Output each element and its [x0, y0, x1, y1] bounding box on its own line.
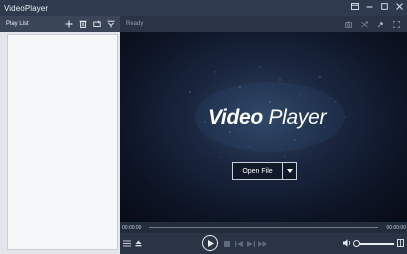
logo-light-text: Player [268, 106, 327, 129]
fullscreen-icon[interactable] [391, 19, 401, 29]
chevron-down-icon [286, 169, 293, 173]
playlist-toggle-icon[interactable] [122, 238, 131, 248]
status-text: Ready [126, 21, 144, 27]
shuffle-icon[interactable] [359, 19, 369, 29]
player-toolbar [343, 19, 407, 29]
minimize-icon[interactable] [364, 2, 375, 14]
seek-bar[interactable] [149, 227, 378, 228]
play-icon [207, 239, 214, 247]
playlist-title: Play List [6, 21, 29, 27]
close-icon[interactable] [394, 2, 405, 14]
pin-icon[interactable] [349, 2, 360, 14]
player-header: Ready [120, 16, 407, 32]
open-file-button[interactable]: Open File [233, 163, 282, 179]
stop-icon[interactable] [223, 239, 231, 248]
window-controls [349, 0, 405, 16]
fast-forward-icon[interactable] [258, 239, 267, 248]
playlist-list[interactable] [7, 34, 118, 250]
playlist-header: Play List [0, 16, 120, 32]
video-area[interactable]: Video Player Open File [120, 32, 407, 222]
next-icon[interactable] [246, 239, 255, 248]
progress-row: 00:00:00 00:00:00 [120, 222, 407, 233]
total-time: 00:00:00 [386, 224, 406, 231]
video-player-logo: Video Player [208, 106, 326, 130]
app-title: VideoPlayer [4, 3, 49, 13]
delete-icon[interactable] [78, 19, 88, 29]
volume-slider-handle[interactable] [353, 240, 360, 247]
logo-bold-text: Video [208, 106, 263, 129]
previous-icon[interactable] [234, 239, 243, 248]
open-file-group: Open File [232, 162, 297, 180]
volume-slider[interactable] [354, 243, 394, 245]
open-file-dropdown[interactable] [282, 163, 296, 179]
filter-icon[interactable] [106, 19, 116, 29]
maximize-icon[interactable] [379, 2, 390, 14]
current-time: 00:00:00 [122, 224, 142, 231]
screenshot-icon[interactable] [343, 19, 353, 29]
eject-icon[interactable] [134, 238, 143, 248]
title-bar: VideoPlayer [0, 0, 407, 16]
add-icon[interactable] [64, 19, 74, 29]
control-bar [120, 233, 407, 254]
volume-icon[interactable] [342, 238, 352, 248]
pin-icon[interactable] [375, 19, 385, 29]
repeat-icon[interactable] [92, 19, 102, 29]
video-player-window: VideoPlayer Play List Ready Video Player… [0, 0, 407, 254]
play-button[interactable] [202, 235, 218, 251]
fullscreen-toggle-icon[interactable] [396, 238, 405, 248]
playlist-toolbar [64, 19, 120, 29]
